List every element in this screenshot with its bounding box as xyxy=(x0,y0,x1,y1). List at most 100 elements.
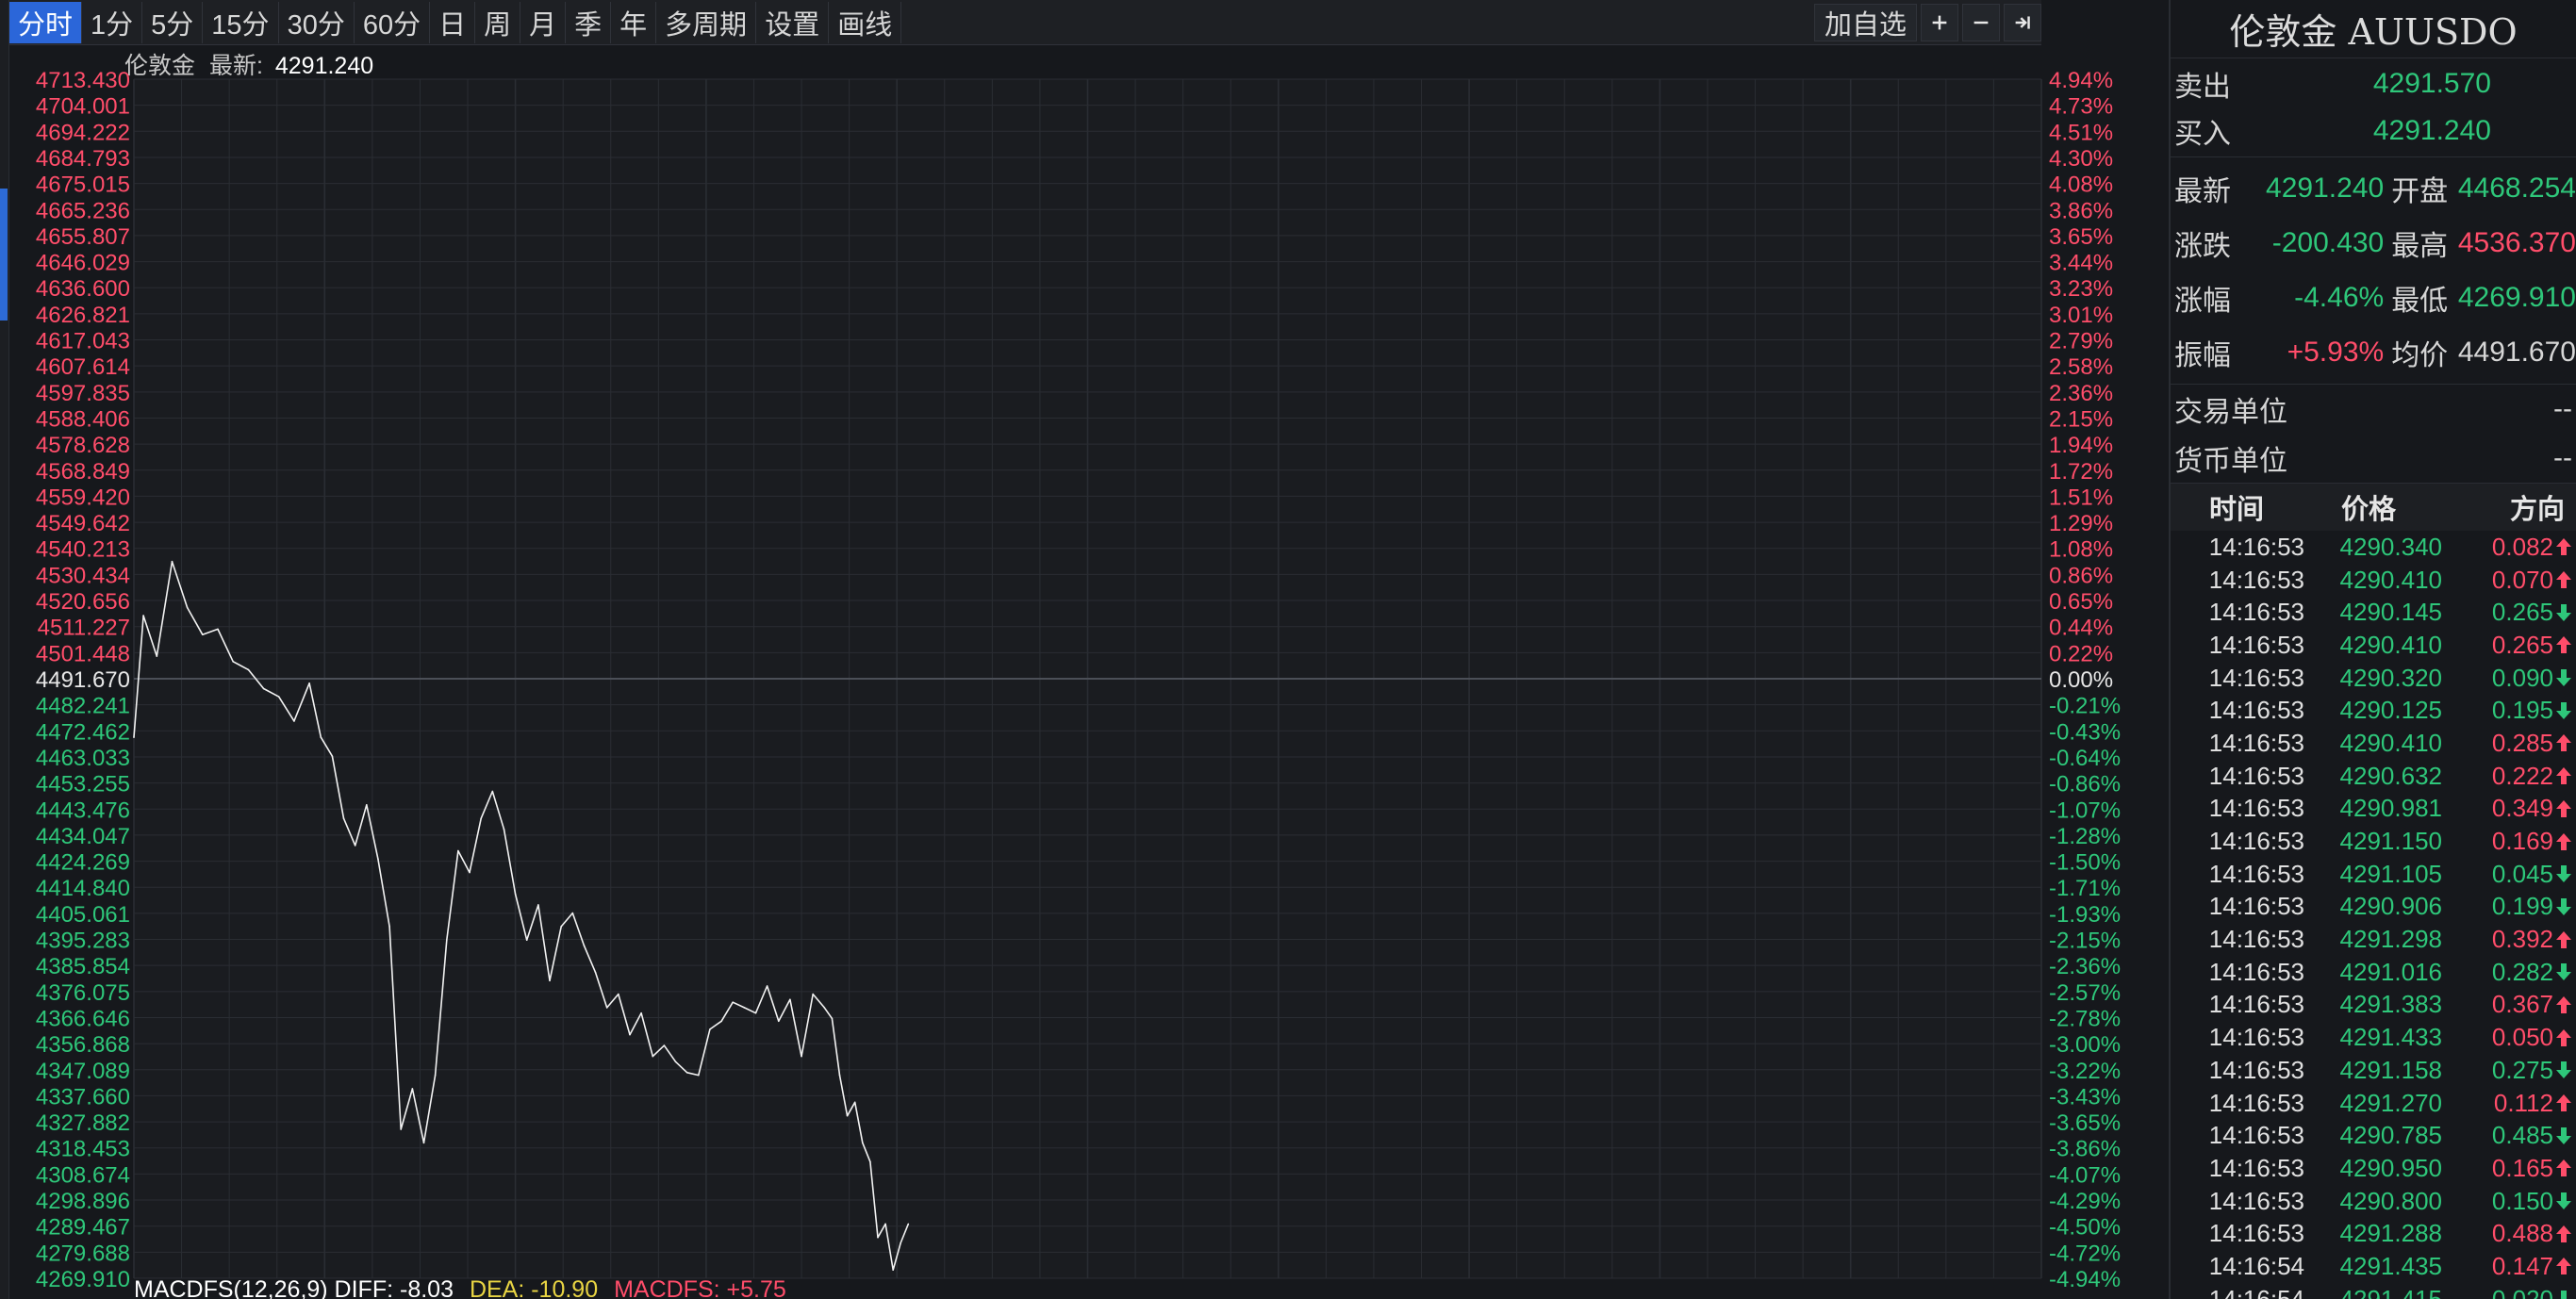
y-tick-label-left: 4675.015 xyxy=(36,173,130,198)
tick-time: 14:16:53 xyxy=(2208,630,2304,659)
tick-time: 14:16:53 xyxy=(2208,761,2304,790)
y-tick-label-left: 4463.033 xyxy=(36,746,130,771)
ask-row[interactable]: 卖出 4291.570 xyxy=(2171,60,2576,107)
price-point xyxy=(892,1269,894,1271)
arrow-down-icon xyxy=(2553,962,2574,981)
price-point xyxy=(354,845,356,847)
tick-delta: 0.275 xyxy=(2491,1055,2553,1084)
quote-label: 涨跌 xyxy=(2174,231,2231,262)
y-tick-label-right: -4.29% xyxy=(2049,1189,2121,1214)
price-point xyxy=(469,871,471,874)
price-point xyxy=(812,993,814,995)
tick-row: 14:16:53 4291.016 0.282 xyxy=(2171,956,2576,989)
left-strip xyxy=(0,0,9,1299)
price-point xyxy=(262,687,265,690)
tick-delta: 0.367 xyxy=(2491,990,2553,1019)
period-tab-8[interactable]: 月 xyxy=(520,1,567,43)
period-tab-1[interactable]: 1分 xyxy=(82,1,143,43)
zoom-in-icon[interactable] xyxy=(1921,3,1958,41)
period-tab-9[interactable]: 季 xyxy=(566,1,612,43)
price-point xyxy=(766,985,768,987)
bid-row[interactable]: 买入 4291.240 xyxy=(2171,107,2576,155)
tick-time: 14:16:53 xyxy=(2208,532,2304,561)
y-tick-label-left: 4713.430 xyxy=(36,68,130,93)
y-tick-label-left: 4347.089 xyxy=(36,1059,130,1084)
y-tick-label-right: 1.51% xyxy=(2049,485,2113,510)
y-tick-label-left: 4318.453 xyxy=(36,1137,130,1162)
y-tick-label-right: 3.44% xyxy=(2049,251,2113,276)
y-tick-label-left: 4405.061 xyxy=(36,902,130,928)
tick-time: 14:16:53 xyxy=(2208,565,2304,594)
bid-value: 4291.240 xyxy=(2372,115,2491,146)
tick-row: 14:16:54 4291.415 0.020 xyxy=(2171,1283,2576,1299)
price-point xyxy=(514,893,517,896)
tick-delta: 0.199 xyxy=(2491,892,2553,921)
y-tick-label-right: 0.86% xyxy=(2049,563,2113,588)
y-tick-label-left: 4491.670 xyxy=(36,667,130,693)
period-tab-5[interactable]: 60分 xyxy=(355,1,431,43)
y-tick-label-right: 3.86% xyxy=(2049,198,2113,223)
tick-row: 14:16:53 4291.105 0.045 xyxy=(2171,858,2576,891)
tick-price: 4291.298 xyxy=(2339,925,2442,954)
tick-row: 14:16:53 4291.298 0.392 xyxy=(2171,923,2576,956)
tick-row: 14:16:53 4291.158 0.275 xyxy=(2171,1054,2576,1087)
y-tick-label-left: 4453.255 xyxy=(36,772,130,797)
quote-value: 4491.670 xyxy=(2457,337,2576,368)
period-tab-13[interactable]: 画线 xyxy=(829,1,902,43)
macd-value: MACDFS: +5.75 xyxy=(614,1276,786,1299)
period-tab-3[interactable]: 15分 xyxy=(203,1,279,43)
y-tick-label-left: 4414.840 xyxy=(36,876,130,901)
y-tick-label-right: -4.50% xyxy=(2049,1215,2121,1241)
y-tick-label-left: 4376.075 xyxy=(36,980,130,1006)
y-tick-label-right: 2.79% xyxy=(2049,329,2113,354)
tick-row: 14:16:53 4290.981 0.349 xyxy=(2171,793,2576,826)
period-tab-7[interactable]: 周 xyxy=(475,1,521,43)
price-point xyxy=(674,1061,677,1063)
macd-diff: MACDFS(12,26,9) DIFF: -8.03 xyxy=(134,1276,454,1299)
quote-value: -4.46% xyxy=(2294,282,2385,313)
arrow-up-icon xyxy=(2553,766,2574,785)
jump-to-end-icon[interactable] xyxy=(2004,3,2041,41)
trade-unit-label: 交易单位 xyxy=(2174,397,2287,428)
add-watchlist-button[interactable]: 加自选 xyxy=(1813,3,1917,41)
quote-label: 振幅 xyxy=(2174,340,2231,371)
y-tick-label-left: 4626.821 xyxy=(36,303,130,328)
intraday-chart[interactable]: 4713.430 4.94%4704.001 4.73%4694.222 4.51%4… xyxy=(9,45,2169,1299)
quote-row: 涨幅 -4.46% 最低 4269.910 xyxy=(2171,271,2576,325)
arrow-up-icon xyxy=(2553,570,2574,589)
ticks-list[interactable]: 14:16:53 4290.340 0.082 14:16:53 4290.410 0.0… xyxy=(2171,531,2576,1299)
period-tab-10[interactable]: 年 xyxy=(611,1,657,43)
price-point xyxy=(877,1236,879,1239)
price-point xyxy=(434,1074,437,1077)
price-point xyxy=(491,790,494,793)
price-point xyxy=(133,736,135,738)
price-point xyxy=(308,682,310,684)
y-tick-label-left: 4501.448 xyxy=(36,641,130,666)
period-tab-12[interactable]: 设置 xyxy=(756,1,830,43)
price-point xyxy=(156,655,158,657)
tick-price: 4291.016 xyxy=(2339,957,2442,986)
macd-dea: DEA: -10.90 xyxy=(469,1276,599,1299)
period-tab-4[interactable]: 30分 xyxy=(279,1,355,43)
price-point xyxy=(342,817,345,819)
tick-time: 14:16:53 xyxy=(2208,925,2304,954)
zoom-out-icon[interactable] xyxy=(1962,3,2000,41)
quote-value: 4536.370 xyxy=(2457,227,2576,258)
tick-time: 14:16:53 xyxy=(2208,892,2304,921)
period-tab-2[interactable]: 5分 xyxy=(142,1,204,43)
tick-row: 14:16:53 4290.320 0.090 xyxy=(2171,662,2576,695)
period-tab-6[interactable]: 日 xyxy=(430,1,476,43)
tick-price: 4291.415 xyxy=(2339,1284,2442,1299)
arrow-down-icon xyxy=(2553,864,2574,883)
y-tick-label-left: 4356.868 xyxy=(36,1032,130,1058)
tick-delta: 0.090 xyxy=(2491,663,2553,692)
price-point xyxy=(480,817,482,819)
ticks-header-time: 时间 xyxy=(2208,495,2264,525)
tick-time: 14:16:53 xyxy=(2208,1219,2304,1248)
period-tab-11[interactable]: 多周期 xyxy=(656,1,757,43)
trade-unit-row: 交易单位 -- xyxy=(2171,385,2576,434)
period-tab-0[interactable]: 分时 xyxy=(9,1,83,43)
tick-delta: 0.485 xyxy=(2491,1121,2553,1150)
y-tick-label-right: 0.00% xyxy=(2049,667,2113,693)
tick-delta: 0.488 xyxy=(2491,1219,2553,1248)
